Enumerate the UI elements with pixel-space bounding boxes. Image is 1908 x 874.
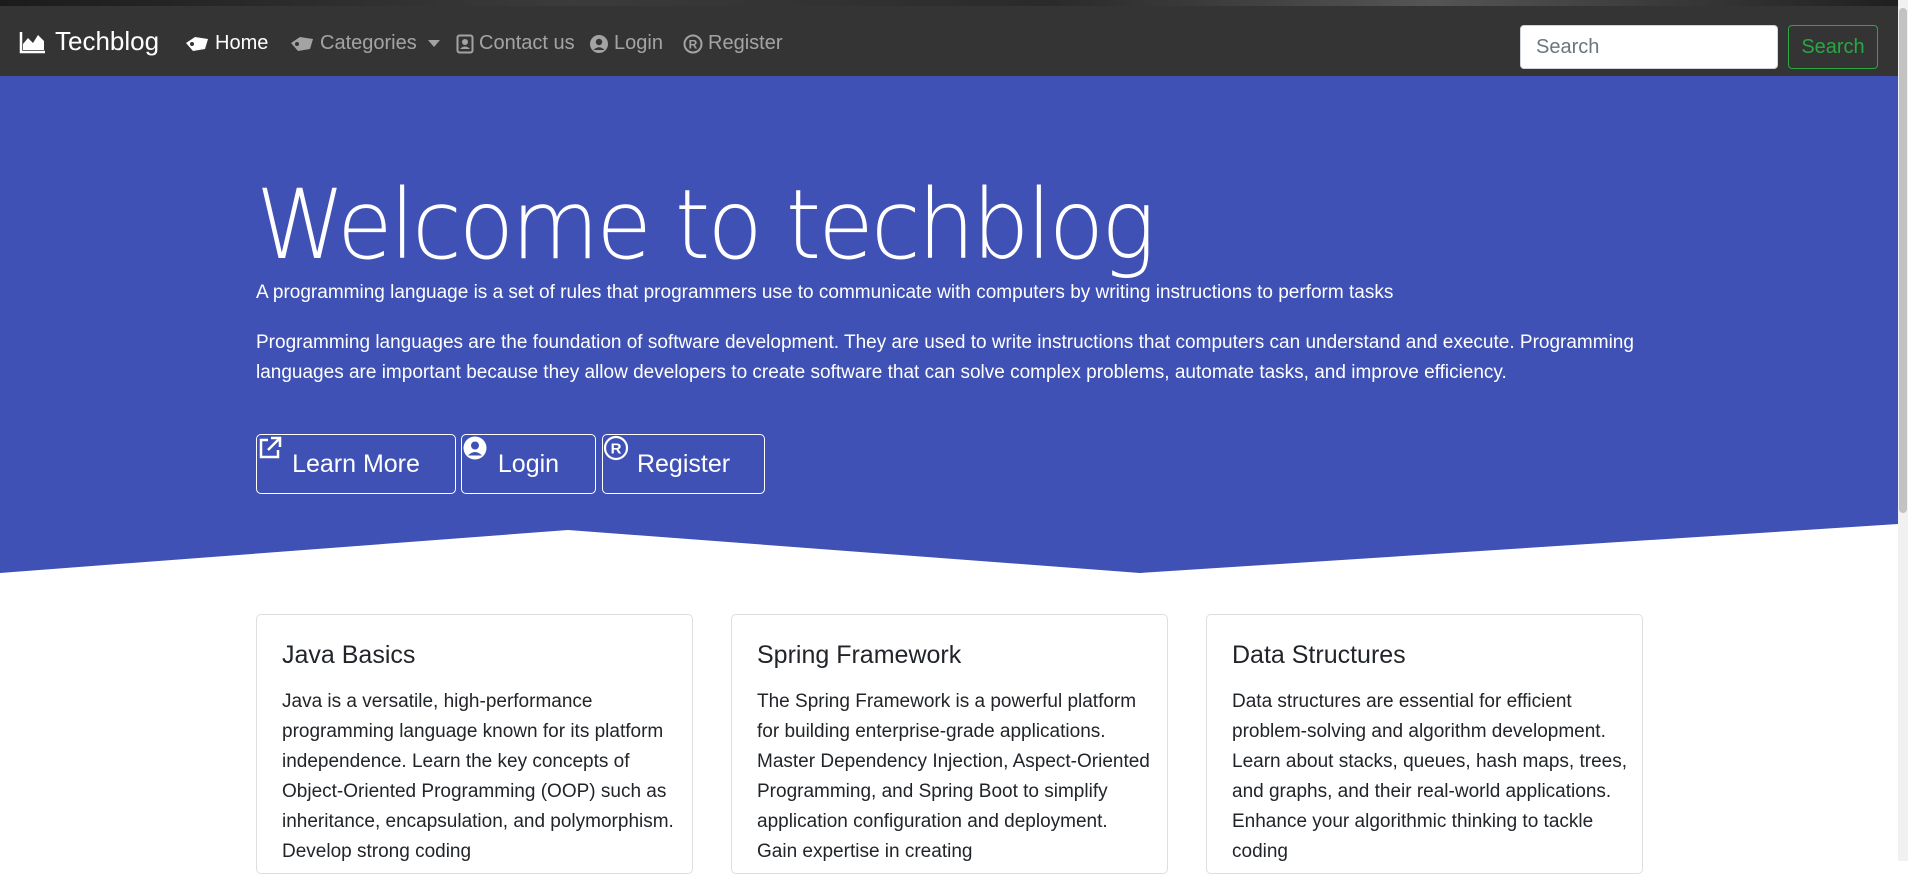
registered-icon: R: [603, 435, 629, 461]
user-circle-icon: [463, 436, 487, 460]
nav-home-label: Home: [215, 32, 269, 54]
card-title: Java Basics: [282, 641, 416, 669]
contact-icon: [456, 34, 474, 53]
learn-more-label: Learn More: [292, 449, 420, 478]
search-input[interactable]: [1520, 25, 1778, 69]
chevron-down-icon: [427, 40, 440, 47]
navbar: Techblog Home Categories Contact us Logi…: [0, 6, 1898, 76]
brand-link[interactable]: Techblog: [19, 26, 159, 57]
nav-register-label: Register: [708, 32, 783, 54]
card-java-basics: Java Basics Java is a versatile, high-pe…: [256, 614, 693, 874]
svg-text:R: R: [611, 441, 622, 458]
hero-login-button[interactable]: Login: [461, 434, 596, 494]
card-title: Data Structures: [1232, 641, 1406, 669]
registered-icon: R: [683, 34, 703, 53]
brand-name: Techblog: [55, 26, 160, 56]
hero-background: [0, 76, 1898, 573]
card-data-structures: Data Structures Data structures are esse…: [1206, 614, 1643, 874]
hero-login-label: Login: [497, 449, 560, 478]
card-spring-framework: Spring Framework The Spring Framework is…: [731, 614, 1168, 874]
nav-home[interactable]: Home: [184, 32, 268, 55]
hero-banner: Welcome to techblog A programming langua…: [0, 76, 1898, 573]
hero-title: Welcome to techblog: [256, 169, 1155, 281]
nav-contact[interactable]: Contact us: [456, 32, 575, 55]
hero-paragraph: Programming languages are the foundation…: [256, 332, 1634, 383]
tag-icon: [291, 36, 313, 51]
nav-categories[interactable]: Categories: [289, 32, 440, 55]
nav-contact-label: Contact us: [479, 32, 575, 54]
hero-register-label: Register: [636, 449, 731, 478]
search-button[interactable]: Search: [1788, 25, 1878, 69]
svg-text:R: R: [689, 37, 698, 51]
nav-categories-label: Categories: [320, 32, 417, 54]
card-text: The Spring Framework is a powerful platf…: [757, 691, 1150, 862]
card-title: Spring Framework: [757, 641, 962, 669]
external-link-icon: [259, 436, 282, 459]
tag-icon: [186, 36, 208, 51]
user-circle-icon: [590, 34, 608, 53]
hero-register-button[interactable]: R Register: [602, 434, 765, 494]
card-text: Data structures are essential for effici…: [1232, 691, 1628, 862]
nav-login-label: Login: [614, 32, 663, 54]
nav-register[interactable]: R Register: [683, 32, 782, 55]
area-chart-icon: [19, 31, 45, 53]
hero-lead: A programming language is a set of rules…: [256, 282, 1394, 303]
nav-login[interactable]: Login: [589, 32, 663, 55]
card-text: Java is a versatile, high-performance pr…: [282, 691, 674, 862]
scrollbar-thumb[interactable]: [1899, 8, 1907, 513]
learn-more-button[interactable]: Learn More: [256, 434, 456, 494]
